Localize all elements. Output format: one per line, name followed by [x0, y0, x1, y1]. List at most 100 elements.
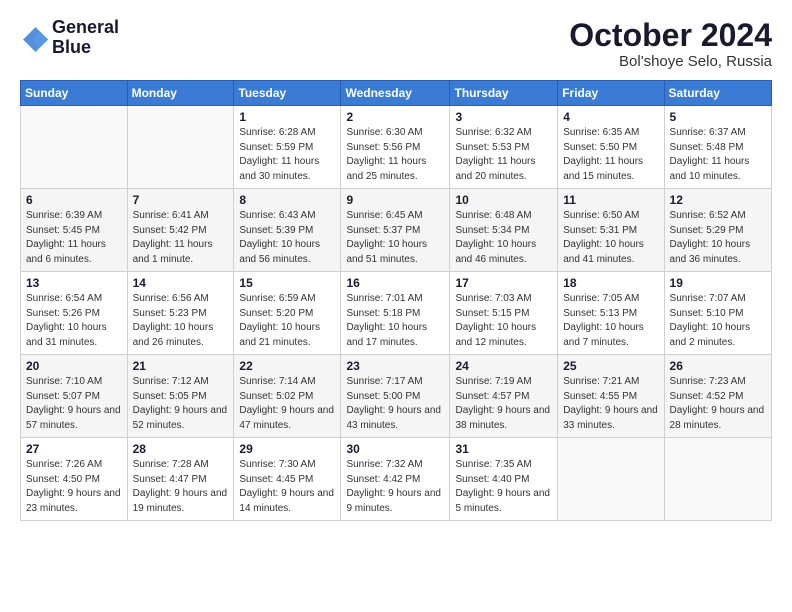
day-number: 23 [346, 359, 444, 373]
day-info: Sunrise: 6:56 AM Sunset: 5:23 PM Dayligh… [133, 292, 229, 350]
day-cell: 13 Sunrise: 6:54 AM Sunset: 5:26 PM Dayli… [21, 272, 128, 355]
day-number: 27 [26, 442, 122, 456]
day-cell: 11Sunrise: 6:50 AM Sunset: 5:31 PM Dayli… [558, 189, 664, 272]
day-info: Sunrise: 7:05 AM Sunset: 5:13 PM Dayligh… [563, 292, 658, 350]
header-cell-monday: Monday [127, 81, 234, 106]
day-number: 22 [239, 359, 335, 373]
day-number: 12 [670, 193, 766, 207]
day-info: Sunrise: 7:21 AM Sunset: 4:55 PM Dayligh… [563, 375, 658, 433]
day-info: Sunrise: 6:41 AM Sunset: 5:42 PM Dayligh… [133, 209, 229, 267]
day-cell: 23Sunrise: 7:17 AM Sunset: 5:00 PM Dayli… [341, 355, 450, 438]
day-cell: 26 Sunrise: 7:23 AM Sunset: 4:52 PM Dayli… [664, 355, 771, 438]
header-cell-wednesday: Wednesday [341, 81, 450, 106]
day-info: Sunrise: 7:19 AM Sunset: 4:57 PM Dayligh… [455, 375, 552, 433]
calendar-body: 1Sunrise: 6:28 AM Sunset: 5:59 PM Daylig… [21, 106, 772, 521]
header-cell-sunday: Sunday [21, 81, 128, 106]
day-number: 26 [670, 359, 766, 373]
week-row-5: 27 Sunrise: 7:26 AM Sunset: 4:50 PM Dayli… [21, 438, 772, 521]
day-cell: 16 Sunrise: 7:01 AM Sunset: 5:18 PM Dayli… [341, 272, 450, 355]
day-cell: 25 Sunrise: 7:21 AM Sunset: 4:55 PM Dayli… [558, 355, 664, 438]
day-number: 16 [346, 276, 444, 290]
day-cell [558, 438, 664, 521]
day-info: Sunrise: 6:59 AM Sunset: 5:20 PM Dayligh… [239, 292, 335, 350]
day-number: 30 [346, 442, 444, 456]
day-info: Sunrise: 7:30 AM Sunset: 4:45 PM Dayligh… [239, 458, 335, 516]
week-row-1: 1Sunrise: 6:28 AM Sunset: 5:59 PM Daylig… [21, 106, 772, 189]
day-cell: 27 Sunrise: 7:26 AM Sunset: 4:50 PM Dayli… [21, 438, 128, 521]
day-info: Sunrise: 7:01 AM Sunset: 5:18 PM Dayligh… [346, 292, 444, 350]
day-number: 4 [563, 110, 658, 124]
day-number: 3 [455, 110, 552, 124]
day-number: 13 [26, 276, 122, 290]
day-info: Sunrise: 6:43 AM Sunset: 5:39 PM Dayligh… [239, 209, 335, 267]
day-cell: 31 Sunrise: 7:35 AM Sunset: 4:40 PM Dayli… [450, 438, 558, 521]
day-cell: 5Sunrise: 6:37 AM Sunset: 5:48 PM Daylig… [664, 106, 771, 189]
day-info: Sunrise: 6:54 AM Sunset: 5:26 PM Dayligh… [26, 292, 122, 350]
main-title: October 2024 [569, 18, 772, 53]
day-cell: 4 Sunrise: 6:35 AM Sunset: 5:50 PM Daylig… [558, 106, 664, 189]
day-number: 14 [133, 276, 229, 290]
day-cell: 7Sunrise: 6:41 AM Sunset: 5:42 PM Daylig… [127, 189, 234, 272]
day-info: Sunrise: 7:12 AM Sunset: 5:05 PM Dayligh… [133, 375, 229, 433]
day-cell: 15 Sunrise: 6:59 AM Sunset: 5:20 PM Dayli… [234, 272, 341, 355]
day-cell: 28Sunrise: 7:28 AM Sunset: 4:47 PM Dayli… [127, 438, 234, 521]
day-info: Sunrise: 7:32 AM Sunset: 4:42 PM Dayligh… [346, 458, 444, 516]
day-number: 8 [239, 193, 335, 207]
day-info: Sunrise: 6:30 AM Sunset: 5:56 PM Dayligh… [346, 126, 444, 184]
day-cell [127, 106, 234, 189]
day-number: 11 [563, 193, 658, 207]
day-number: 29 [239, 442, 335, 456]
day-number: 19 [670, 276, 766, 290]
day-number: 20 [26, 359, 122, 373]
day-cell: 21 Sunrise: 7:12 AM Sunset: 5:05 PM Dayli… [127, 355, 234, 438]
day-cell [664, 438, 771, 521]
day-info: Sunrise: 7:03 AM Sunset: 5:15 PM Dayligh… [455, 292, 552, 350]
day-cell: 30 Sunrise: 7:32 AM Sunset: 4:42 PM Dayli… [341, 438, 450, 521]
logo-text: General Blue [52, 18, 119, 58]
day-info: Sunrise: 6:35 AM Sunset: 5:50 PM Dayligh… [563, 126, 658, 184]
week-row-4: 20 Sunrise: 7:10 AM Sunset: 5:07 PM Dayli… [21, 355, 772, 438]
header-cell-tuesday: Tuesday [234, 81, 341, 106]
logo-icon [20, 24, 48, 52]
day-cell [21, 106, 128, 189]
day-cell: 20 Sunrise: 7:10 AM Sunset: 5:07 PM Dayli… [21, 355, 128, 438]
header-cell-thursday: Thursday [450, 81, 558, 106]
day-number: 2 [346, 110, 444, 124]
day-number: 31 [455, 442, 552, 456]
day-cell: 14 Sunrise: 6:56 AM Sunset: 5:23 PM Dayli… [127, 272, 234, 355]
day-cell: 3Sunrise: 6:32 AM Sunset: 5:53 PM Daylig… [450, 106, 558, 189]
day-number: 6 [26, 193, 122, 207]
day-info: Sunrise: 7:23 AM Sunset: 4:52 PM Dayligh… [670, 375, 766, 433]
day-info: Sunrise: 6:52 AM Sunset: 5:29 PM Dayligh… [670, 209, 766, 267]
header-row: SundayMondayTuesdayWednesdayThursdayFrid… [21, 81, 772, 106]
page: General Blue October 2024 Bol'shoye Selo… [0, 0, 792, 531]
day-cell: 19 Sunrise: 7:07 AM Sunset: 5:10 PM Dayli… [664, 272, 771, 355]
header-cell-friday: Friday [558, 81, 664, 106]
day-cell: 17 Sunrise: 7:03 AM Sunset: 5:15 PM Dayli… [450, 272, 558, 355]
day-cell: 12 Sunrise: 6:52 AM Sunset: 5:29 PM Dayli… [664, 189, 771, 272]
day-number: 24 [455, 359, 552, 373]
day-info: Sunrise: 6:45 AM Sunset: 5:37 PM Dayligh… [346, 209, 444, 267]
day-info: Sunrise: 7:07 AM Sunset: 5:10 PM Dayligh… [670, 292, 766, 350]
day-cell: 22Sunrise: 7:14 AM Sunset: 5:02 PM Dayli… [234, 355, 341, 438]
day-cell: 29 Sunrise: 7:30 AM Sunset: 4:45 PM Dayli… [234, 438, 341, 521]
day-cell: 6 Sunrise: 6:39 AM Sunset: 5:45 PM Daylig… [21, 189, 128, 272]
day-info: Sunrise: 7:10 AM Sunset: 5:07 PM Dayligh… [26, 375, 122, 433]
day-number: 21 [133, 359, 229, 373]
day-number: 25 [563, 359, 658, 373]
header-cell-saturday: Saturday [664, 81, 771, 106]
day-number: 17 [455, 276, 552, 290]
day-number: 5 [670, 110, 766, 124]
day-number: 10 [455, 193, 552, 207]
day-info: Sunrise: 7:35 AM Sunset: 4:40 PM Dayligh… [455, 458, 552, 516]
day-cell: 9Sunrise: 6:45 AM Sunset: 5:37 PM Daylig… [341, 189, 450, 272]
logo: General Blue [20, 18, 119, 58]
week-row-2: 6 Sunrise: 6:39 AM Sunset: 5:45 PM Daylig… [21, 189, 772, 272]
day-info: Sunrise: 6:28 AM Sunset: 5:59 PM Dayligh… [239, 126, 335, 184]
day-info: Sunrise: 7:28 AM Sunset: 4:47 PM Dayligh… [133, 458, 229, 516]
subtitle: Bol'shoye Selo, Russia [569, 53, 772, 70]
day-number: 15 [239, 276, 335, 290]
calendar: SundayMondayTuesdayWednesdayThursdayFrid… [20, 80, 772, 521]
day-info: Sunrise: 7:26 AM Sunset: 4:50 PM Dayligh… [26, 458, 122, 516]
day-info: Sunrise: 6:39 AM Sunset: 5:45 PM Dayligh… [26, 209, 122, 267]
